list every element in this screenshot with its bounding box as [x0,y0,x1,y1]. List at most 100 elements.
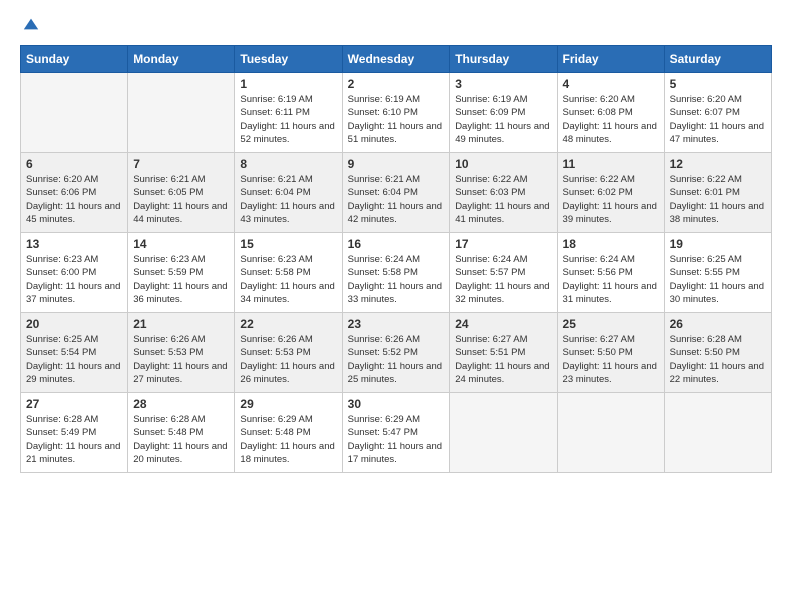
calendar-cell: 21 Sunrise: 6:26 AMSunset: 5:53 PMDayligh… [128,313,235,393]
day-info: Sunrise: 6:28 AMSunset: 5:50 PMDaylight:… [670,333,766,386]
day-info: Sunrise: 6:27 AMSunset: 5:51 PMDaylight:… [455,333,551,386]
calendar-cell: 12Sunrise: 6:22 AMSunset: 6:01 PMDayligh… [664,153,771,233]
day-number: 14 [133,237,229,251]
calendar-cell: 24 Sunrise: 6:27 AMSunset: 5:51 PMDayligh… [450,313,557,393]
calendar-cell [557,393,664,473]
day-number: 8 [240,157,336,171]
day-number: 23 [348,317,445,331]
calendar-cell [450,393,557,473]
col-header-saturday: Saturday [664,46,771,73]
calendar-cell: 2 Sunrise: 6:19 AMSunset: 6:10 PMDaylight… [342,73,450,153]
day-number: 1 [240,77,336,91]
day-info: Sunrise: 6:23 AMSunset: 5:58 PMDaylight:… [240,253,336,306]
day-number: 6 [26,157,122,171]
day-info: Sunrise: 6:24 AMSunset: 5:58 PMDaylight:… [348,253,445,306]
day-number: 7 [133,157,229,171]
day-number: 13 [26,237,122,251]
calendar-cell: 9Sunrise: 6:21 AMSunset: 6:04 PMDaylight… [342,153,450,233]
col-header-friday: Friday [557,46,664,73]
day-number: 20 [26,317,122,331]
calendar-cell: 4Sunrise: 6:20 AMSunset: 6:08 PMDaylight… [557,73,664,153]
day-number: 26 [670,317,766,331]
day-info: Sunrise: 6:25 AMSunset: 5:54 PMDaylight:… [26,333,122,386]
day-info: Sunrise: 6:28 AMSunset: 5:49 PMDaylight:… [26,413,122,466]
day-info: Sunrise: 6:26 AMSunset: 5:52 PMDaylight:… [348,333,445,386]
day-info: Sunrise: 6:19 AMSunset: 6:11 PMDaylight:… [240,93,336,146]
calendar-cell: 5 Sunrise: 6:20 AMSunset: 6:07 PMDaylight… [664,73,771,153]
col-header-thursday: Thursday [450,46,557,73]
calendar-cell: 3 Sunrise: 6:19 AMSunset: 6:09 PMDaylight… [450,73,557,153]
calendar-cell: 14 Sunrise: 6:23 AMSunset: 5:59 PMDayligh… [128,233,235,313]
day-number: 27 [26,397,122,411]
calendar-cell: 22 Sunrise: 6:26 AMSunset: 5:53 PMDayligh… [235,313,342,393]
calendar-cell: 10 Sunrise: 6:22 AMSunset: 6:03 PMDayligh… [450,153,557,233]
day-info: Sunrise: 6:21 AMSunset: 6:04 PMDaylight:… [348,173,445,226]
logo-icon [22,15,40,33]
col-header-sunday: Sunday [21,46,128,73]
calendar-cell [21,73,128,153]
day-info: Sunrise: 6:19 AMSunset: 6:09 PMDaylight:… [455,93,551,146]
day-number: 22 [240,317,336,331]
day-number: 15 [240,237,336,251]
day-info: Sunrise: 6:25 AMSunset: 5:55 PMDaylight:… [670,253,766,306]
day-number: 25 [563,317,659,331]
calendar-cell [128,73,235,153]
day-number: 10 [455,157,551,171]
calendar-cell: 18 Sunrise: 6:24 AMSunset: 5:56 PMDayligh… [557,233,664,313]
calendar-cell: 25 Sunrise: 6:27 AMSunset: 5:50 PMDayligh… [557,313,664,393]
day-info: Sunrise: 6:24 AMSunset: 5:56 PMDaylight:… [563,253,659,306]
day-info: Sunrise: 6:22 AMSunset: 6:02 PMDaylight:… [563,173,659,226]
calendar-cell: 16 Sunrise: 6:24 AMSunset: 5:58 PMDayligh… [342,233,450,313]
calendar-week-row: 13 Sunrise: 6:23 AMSunset: 6:00 PMDayligh… [21,233,772,313]
col-header-monday: Monday [128,46,235,73]
day-info: Sunrise: 6:23 AMSunset: 5:59 PMDaylight:… [133,253,229,306]
calendar-cell: 27 Sunrise: 6:28 AMSunset: 5:49 PMDayligh… [21,393,128,473]
calendar-cell: 6 Sunrise: 6:20 AMSunset: 6:06 PMDaylight… [21,153,128,233]
day-number: 2 [348,77,445,91]
calendar-week-row: 6 Sunrise: 6:20 AMSunset: 6:06 PMDaylight… [21,153,772,233]
day-info: Sunrise: 6:23 AMSunset: 6:00 PMDaylight:… [26,253,122,306]
day-info: Sunrise: 6:24 AMSunset: 5:57 PMDaylight:… [455,253,551,306]
day-info: Sunrise: 6:20 AMSunset: 6:06 PMDaylight:… [26,173,122,226]
calendar-cell: 15 Sunrise: 6:23 AMSunset: 5:58 PMDayligh… [235,233,342,313]
calendar-cell: 13 Sunrise: 6:23 AMSunset: 6:00 PMDayligh… [21,233,128,313]
col-header-tuesday: Tuesday [235,46,342,73]
day-info: Sunrise: 6:22 AMSunset: 6:03 PMDaylight:… [455,173,551,226]
day-info: Sunrise: 6:20 AMSunset: 6:07 PMDaylight:… [670,93,766,146]
calendar-cell: 30Sunrise: 6:29 AMSunset: 5:47 PMDayligh… [342,393,450,473]
calendar-cell: 26 Sunrise: 6:28 AMSunset: 5:50 PMDayligh… [664,313,771,393]
day-number: 3 [455,77,551,91]
day-info: Sunrise: 6:21 AMSunset: 6:04 PMDaylight:… [240,173,336,226]
day-info: Sunrise: 6:26 AMSunset: 5:53 PMDaylight:… [133,333,229,386]
day-number: 30 [348,397,445,411]
day-number: 4 [563,77,659,91]
calendar-week-row: 27 Sunrise: 6:28 AMSunset: 5:49 PMDayligh… [21,393,772,473]
calendar-cell: 29 Sunrise: 6:29 AMSunset: 5:48 PMDayligh… [235,393,342,473]
day-info: Sunrise: 6:21 AMSunset: 6:05 PMDaylight:… [133,173,229,226]
header [20,15,772,33]
day-info: Sunrise: 6:26 AMSunset: 5:53 PMDaylight:… [240,333,336,386]
calendar-cell: 20 Sunrise: 6:25 AMSunset: 5:54 PMDayligh… [21,313,128,393]
day-number: 24 [455,317,551,331]
calendar-table: SundayMondayTuesdayWednesdayThursdayFrid… [20,45,772,473]
calendar-cell [664,393,771,473]
calendar-cell: 23 Sunrise: 6:26 AMSunset: 5:52 PMDayligh… [342,313,450,393]
day-info: Sunrise: 6:27 AMSunset: 5:50 PMDaylight:… [563,333,659,386]
calendar-cell: 1 Sunrise: 6:19 AMSunset: 6:11 PMDaylight… [235,73,342,153]
day-number: 5 [670,77,766,91]
day-number: 21 [133,317,229,331]
day-number: 29 [240,397,336,411]
day-number: 19 [670,237,766,251]
calendar-cell: 19 Sunrise: 6:25 AMSunset: 5:55 PMDayligh… [664,233,771,313]
calendar-week-row: 1 Sunrise: 6:19 AMSunset: 6:11 PMDaylight… [21,73,772,153]
calendar-cell: 17Sunrise: 6:24 AMSunset: 5:57 PMDayligh… [450,233,557,313]
day-info: Sunrise: 6:29 AMSunset: 5:48 PMDaylight:… [240,413,336,466]
day-info: Sunrise: 6:19 AMSunset: 6:10 PMDaylight:… [348,93,445,146]
calendar-cell: 8 Sunrise: 6:21 AMSunset: 6:04 PMDaylight… [235,153,342,233]
day-number: 16 [348,237,445,251]
calendar-cell: 28Sunrise: 6:28 AMSunset: 5:48 PMDayligh… [128,393,235,473]
day-number: 28 [133,397,229,411]
day-number: 18 [563,237,659,251]
logo [20,15,40,33]
calendar-header-row: SundayMondayTuesdayWednesdayThursdayFrid… [21,46,772,73]
